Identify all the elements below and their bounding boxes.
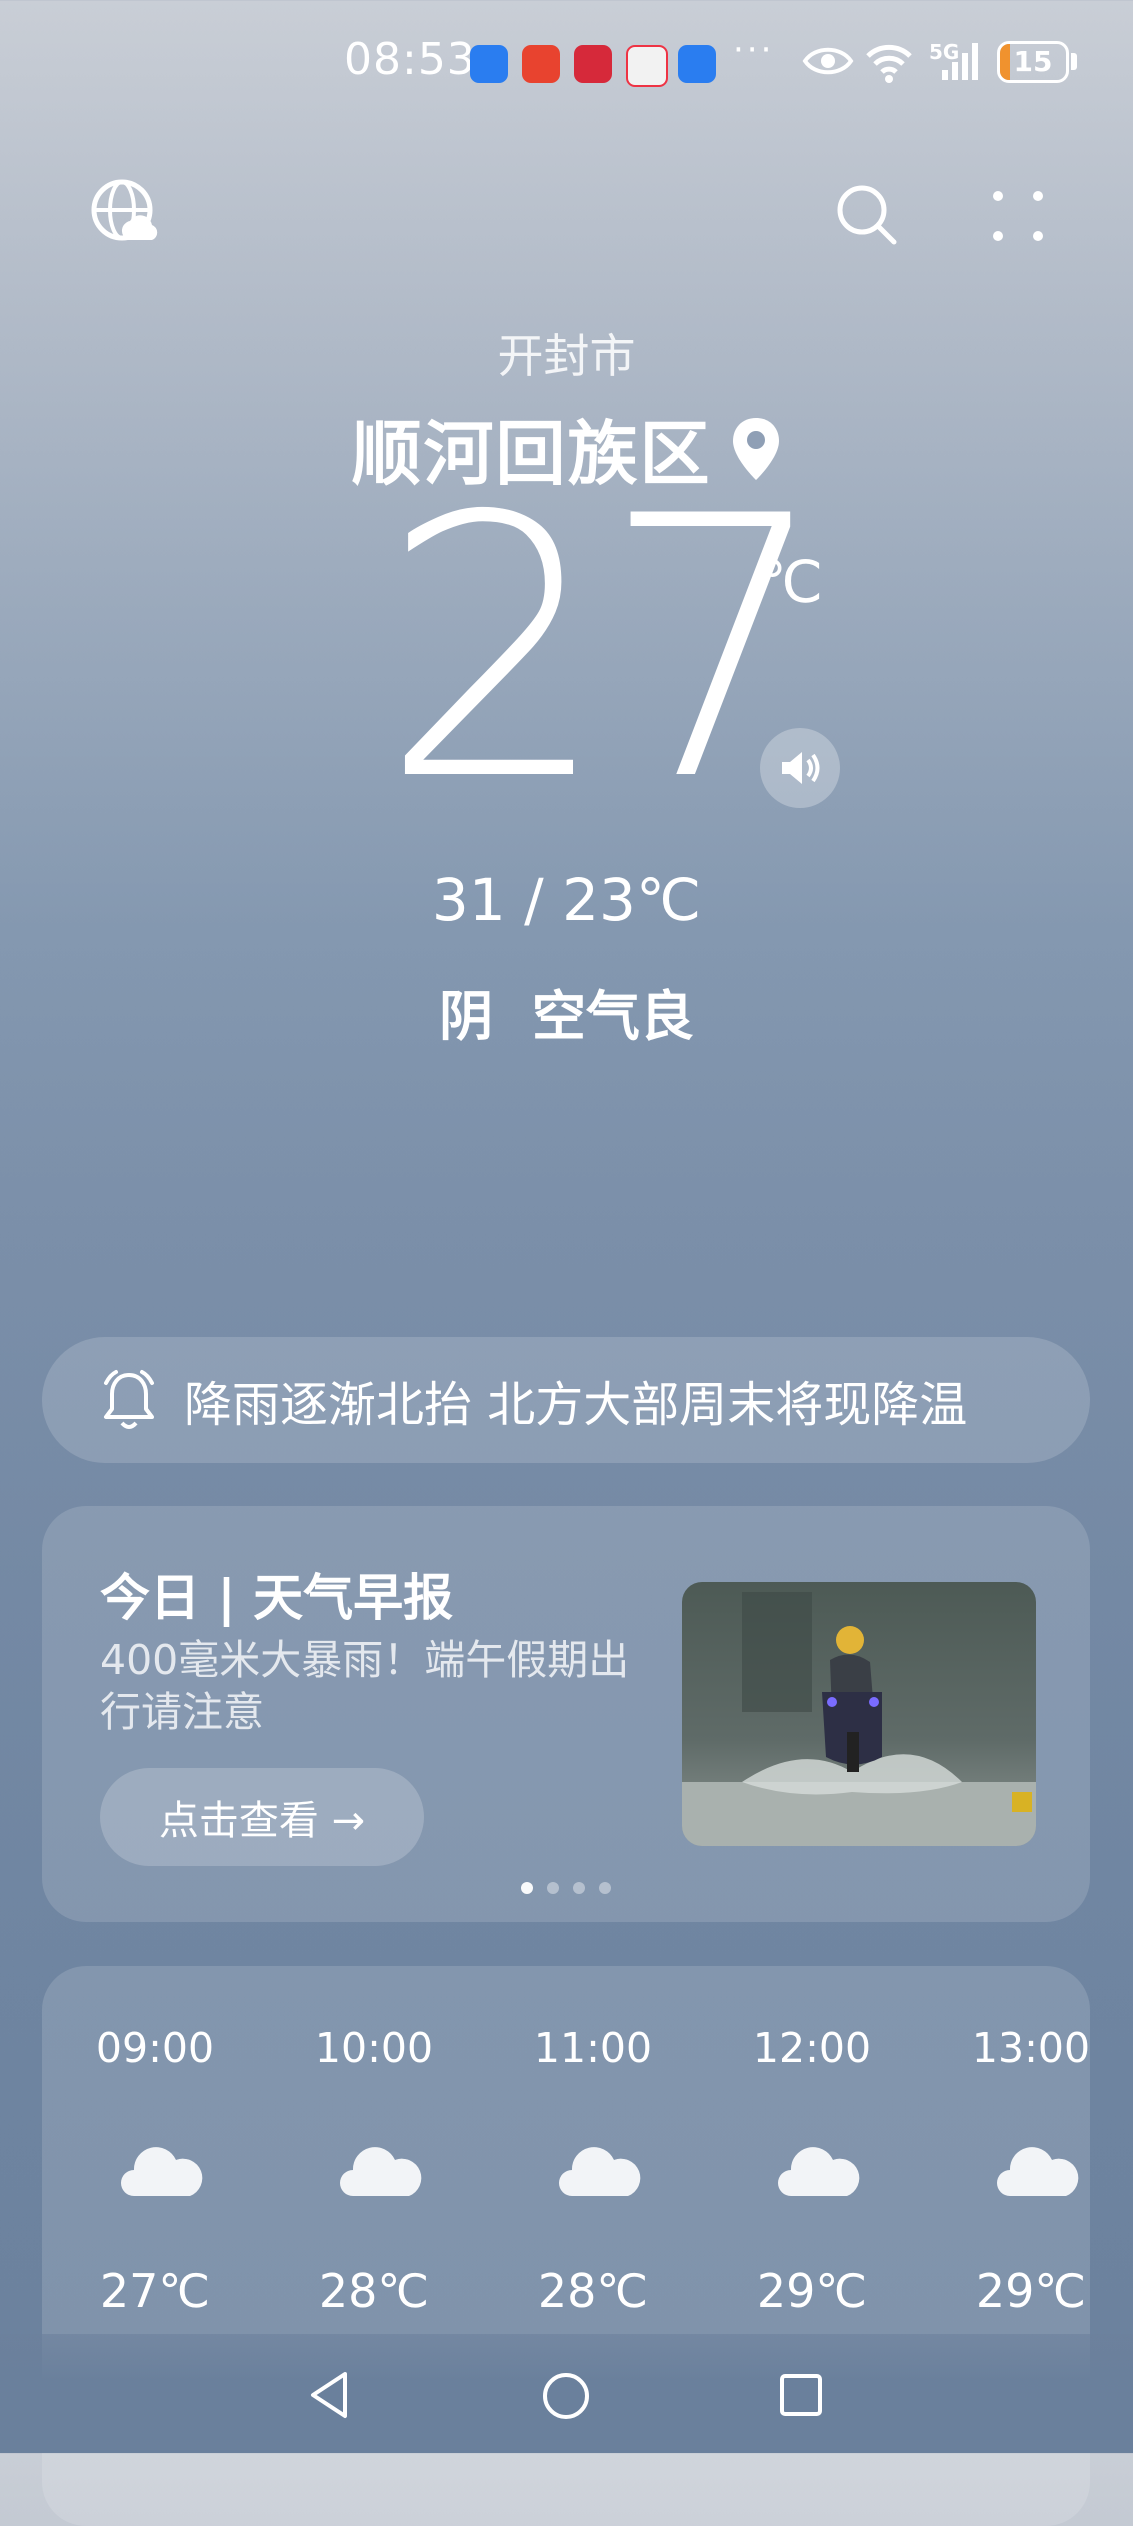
- battery-indicator: 15: [997, 41, 1069, 83]
- app-notification-icon: [574, 45, 612, 83]
- weather-condition: 阴: [439, 985, 494, 1048]
- app-notification-icon: [522, 45, 560, 83]
- current-temperature: 27: [380, 440, 830, 859]
- air-quality[interactable]: 空气良: [532, 985, 694, 1048]
- app-notification-icon: [626, 45, 668, 87]
- cloudy-icon: [121, 2147, 203, 2196]
- pager-dot: [599, 1882, 611, 1894]
- alert-text: 降雨逐渐北抬 北方大部周末将现降温: [184, 1377, 968, 1433]
- hourly-temp: 28℃: [318, 2264, 430, 2318]
- app-notification-icon: [470, 45, 508, 83]
- cloudy-icon: [778, 2147, 860, 2196]
- hourly-time: 09:00: [95, 2024, 215, 2072]
- brief-pager: [42, 1882, 1090, 1894]
- hourly-time: 13:00: [971, 2024, 1090, 2072]
- eye-icon: [802, 47, 854, 75]
- speaker-icon: [782, 752, 820, 784]
- pager-dot: [521, 1882, 533, 1894]
- brief-subtitle: 400毫米大暴雨！端午假期出行请注意: [100, 1636, 630, 1736]
- hourly-temp: 29℃: [975, 2264, 1087, 2318]
- view-brief-button[interactable]: 点击查看 →: [100, 1768, 424, 1866]
- weather-alert-banner[interactable]: 降雨逐渐北抬 北方大部周末将现降温: [42, 1337, 1090, 1463]
- brief-title: 今日 | 天气早报: [100, 1569, 454, 1627]
- condition-row: 阴 空气良: [0, 972, 1133, 1051]
- city-name: 开封市: [497, 329, 636, 383]
- city-manage-globe-icon[interactable]: [90, 178, 162, 250]
- hourly-temp: 29℃: [756, 2264, 868, 2318]
- battery-tip: [1071, 53, 1077, 70]
- cloudy-icon: [997, 2147, 1079, 2196]
- hourly-temp: 28℃: [537, 2264, 649, 2318]
- hourly-time: 12:00: [752, 2024, 872, 2072]
- temperature-unit: ℃: [758, 548, 824, 616]
- morning-brief-card[interactable]: 今日 | 天气早报 400毫米大暴雨！端午假期出行请注意 点击查看 →: [42, 1506, 1090, 1922]
- more-notifications-icon: ···: [733, 30, 775, 70]
- wifi-icon: [866, 44, 912, 83]
- app-notification-icon: [678, 45, 716, 83]
- home-icon[interactable]: [540, 2370, 592, 2422]
- rain-rider-photo: [682, 1582, 1036, 1846]
- signal-icon: [942, 43, 978, 80]
- pager-dot: [573, 1882, 585, 1894]
- more-menu-icon[interactable]: [988, 186, 1048, 246]
- cloudy-icon: [559, 2147, 641, 2196]
- hourly-time: 10:00: [314, 2024, 434, 2072]
- navigation-bar: [0, 2334, 1133, 2453]
- cloudy-icon: [340, 2147, 422, 2196]
- hourly-time: 11:00: [533, 2024, 653, 2072]
- pager-dot: [547, 1882, 559, 1894]
- search-icon[interactable]: [832, 180, 902, 250]
- temperature-range: 31 / 23℃: [431, 866, 702, 934]
- alarm-bell-icon: [104, 1370, 154, 1429]
- status-time: 08:53: [344, 34, 476, 85]
- battery-percent: 15: [1013, 45, 1053, 78]
- hourly-temp: 27℃: [99, 2264, 211, 2318]
- back-icon[interactable]: [305, 2370, 353, 2420]
- voice-broadcast-button[interactable]: [760, 728, 840, 808]
- recents-icon[interactable]: [778, 2372, 824, 2418]
- brief-news-image[interactable]: [682, 1582, 1036, 1846]
